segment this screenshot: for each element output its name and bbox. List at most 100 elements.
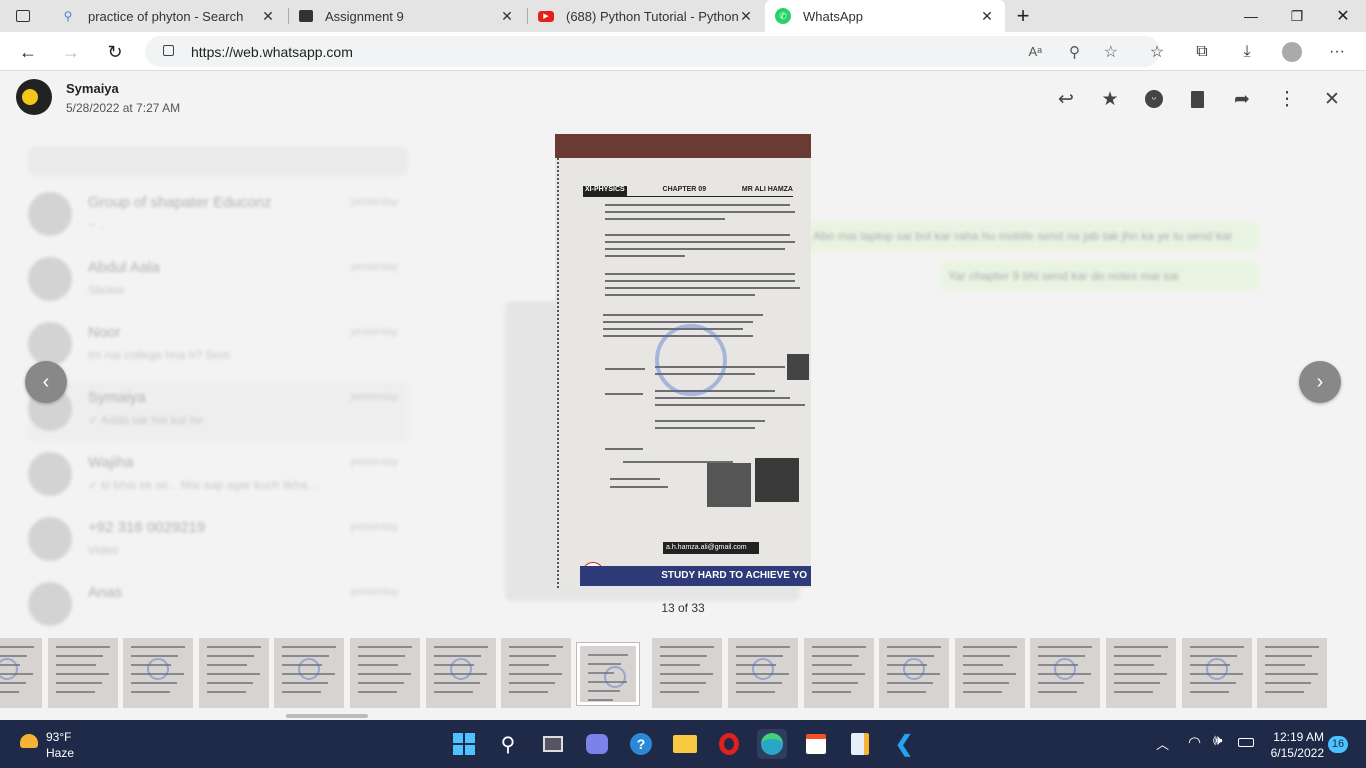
star-button[interactable]: ★ — [1096, 85, 1124, 113]
thumbnail[interactable] — [803, 638, 874, 708]
avatar — [28, 517, 72, 561]
battery-icon[interactable] — [1238, 738, 1254, 747]
chat-time: yesterday — [350, 521, 398, 533]
weather-temperature: 93°F — [46, 730, 72, 744]
teams-chat-button[interactable] — [582, 729, 612, 759]
address-bar[interactable]: https://web.whatsapp.com Aᵃ ⚲ ☆ — [145, 36, 1160, 67]
tab-youtube[interactable]: ▶ (688) Python Tutorial - Python Fu ✕ — [528, 0, 764, 32]
weather-widget[interactable]: 93°F Haze — [16, 728, 106, 760]
thumbnail[interactable] — [425, 638, 496, 708]
tab-actions-button[interactable] — [0, 0, 46, 32]
thumbnail[interactable] — [879, 638, 950, 708]
start-button[interactable] — [449, 729, 479, 759]
background-message: Abo mai laptop sai bol kar raha hu mobil… — [805, 221, 1260, 251]
next-image-button[interactable]: › — [1299, 361, 1341, 403]
thumbnail[interactable] — [47, 638, 118, 708]
restore-button[interactable]: ❐ — [1274, 0, 1320, 32]
delete-button[interactable] — [1183, 85, 1211, 113]
taskbar-clock[interactable]: 12:19 AM 6/15/2022 — [1262, 729, 1324, 761]
store-icon — [806, 734, 826, 754]
tab-title: practice of phyton - Search — [88, 8, 244, 24]
thumbnail[interactable] — [501, 638, 572, 708]
avatar — [28, 452, 72, 496]
notepad-button[interactable] — [845, 729, 875, 759]
minimize-button[interactable]: — — [1228, 0, 1274, 32]
thumbnail-selected[interactable] — [575, 642, 640, 706]
file-explorer-button[interactable] — [670, 729, 700, 759]
close-tab-icon[interactable]: ✕ — [260, 8, 276, 25]
edge-button[interactable] — [757, 729, 787, 759]
tab-whatsapp[interactable]: ✆ WhatsApp ✕ — [765, 0, 1005, 32]
thumbnail[interactable] — [198, 638, 269, 708]
thumbnail[interactable] — [274, 638, 345, 708]
reply-button[interactable]: ↩ — [1052, 85, 1080, 113]
thumbnail[interactable] — [1106, 638, 1176, 708]
close-tab-icon[interactable]: ✕ — [738, 8, 754, 25]
close-tab-icon[interactable]: ✕ — [979, 8, 995, 25]
thumbnail[interactable] — [728, 638, 798, 708]
wifi-icon[interactable]: ◠ — [1188, 733, 1201, 751]
thumbnail[interactable] — [1257, 638, 1328, 708]
read-aloud-icon[interactable]: Aᵃ — [1028, 44, 1042, 59]
emoji-face-icon — [22, 89, 38, 105]
chat-name: Anas — [88, 584, 123, 601]
tab-search[interactable]: ⚲ practice of phyton - Search ✕ — [50, 0, 286, 32]
previous-image-button[interactable]: ‹ — [25, 361, 67, 403]
task-view-button[interactable] — [538, 729, 568, 759]
background-search-field — [28, 146, 408, 176]
search-taskbar-button[interactable]: ⚲ — [493, 729, 523, 759]
notification-badge[interactable]: 16 — [1328, 736, 1348, 753]
zoom-icon[interactable]: ⚲ — [1069, 43, 1080, 61]
opera-button[interactable] — [714, 729, 744, 759]
tab-title: Assignment 9 — [325, 8, 404, 24]
clock-time: 12:19 AM — [1273, 730, 1324, 744]
chat-preview: Sticker — [88, 283, 125, 297]
close-viewer-button[interactable]: ✕ — [1318, 85, 1346, 113]
portrait-image — [707, 463, 751, 507]
vscode-button[interactable]: ❮ — [889, 729, 919, 759]
thumbnail[interactable] — [954, 638, 1025, 708]
forward-button[interactable]: ➦ — [1228, 85, 1256, 113]
thumbnail[interactable] — [652, 638, 723, 708]
forward-button[interactable]: → — [56, 37, 86, 67]
microsoft-store-button[interactable] — [801, 729, 831, 759]
avatar — [28, 322, 72, 366]
more-options-button[interactable]: ⋮ — [1273, 85, 1301, 113]
thumbnail[interactable] — [1030, 638, 1101, 708]
settings-menu-button[interactable]: ··· — [1323, 38, 1351, 66]
background-chat-item: Symaiya ✓ Adda tak hai kal ho yesterday — [28, 381, 408, 441]
chat-name: Abdul Aala — [88, 259, 160, 276]
favorites-icon: ☆ — [1149, 44, 1165, 61]
collections-icon: ⧉ — [1196, 43, 1208, 60]
favorites-button[interactable]: ☆ — [1143, 38, 1171, 66]
collections-button[interactable]: ⧉ — [1188, 38, 1216, 66]
get-help-button[interactable]: ? — [626, 729, 656, 759]
search-icon: ⚲ — [63, 9, 73, 23]
header-strip: XI-PHYSICS CHAPTER 09 MR ALI HAMZA — [583, 186, 793, 197]
back-button[interactable]: ← — [13, 37, 43, 67]
document-photo: XI-PHYSICS CHAPTER 09 MR ALI HAMZA a.h.h… — [555, 134, 811, 588]
thumbnail[interactable] — [0, 638, 42, 708]
add-favorite-icon[interactable]: ☆ — [1104, 42, 1118, 62]
thumbnail[interactable] — [1181, 638, 1252, 708]
profile-button[interactable] — [1278, 38, 1306, 66]
refresh-button[interactable]: ↻ — [100, 37, 130, 67]
volume-icon[interactable]: 🕪 — [1213, 732, 1222, 749]
profile-icon — [1282, 42, 1302, 62]
close-tab-icon[interactable]: ✕ — [499, 8, 515, 25]
chat-preview: ✓ Adda tak hai kal ho — [88, 413, 203, 427]
avatar[interactable] — [16, 79, 52, 115]
react-button[interactable]: ᵕ — [1140, 85, 1168, 113]
avatar — [28, 192, 72, 236]
downloads-button[interactable]: ⤓ — [1233, 38, 1261, 66]
show-hidden-icons-button[interactable]: ︿ — [1156, 734, 1169, 753]
tab-assignment[interactable]: Assignment 9 ✕ — [289, 0, 525, 32]
new-tab-button[interactable]: + — [1000, 0, 1046, 32]
chat-icon — [586, 734, 608, 754]
thumbnail[interactable] — [123, 638, 194, 708]
thumbnail-scrollbar[interactable] — [286, 714, 368, 718]
weather-description: Haze — [46, 746, 75, 760]
delete-icon — [1190, 90, 1204, 108]
thumbnail[interactable] — [350, 638, 420, 708]
close-window-button[interactable]: ✕ — [1320, 0, 1366, 32]
